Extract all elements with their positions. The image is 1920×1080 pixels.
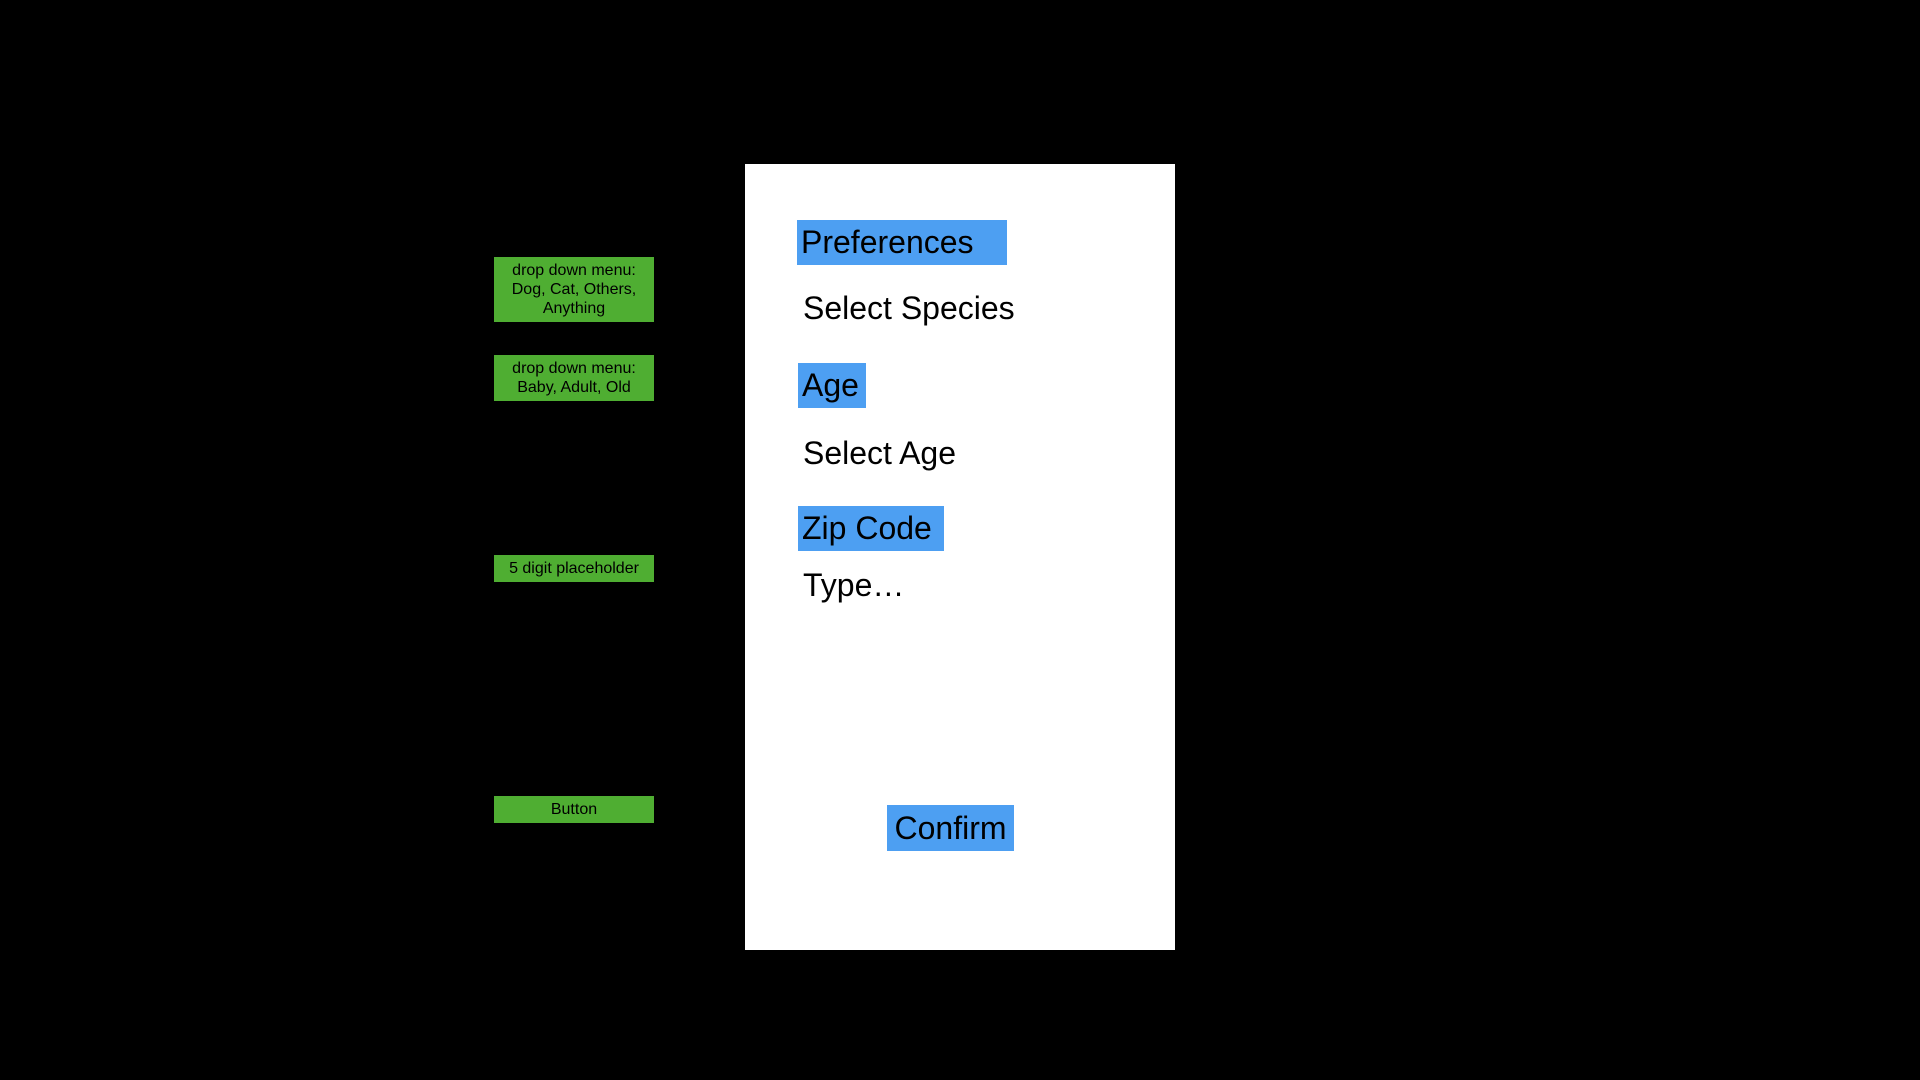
button-annotation-text: Button — [550, 801, 598, 818]
preferences-heading: Preferences — [797, 220, 1007, 265]
species-annotation-note: drop down menu: Dog, Cat, Others, Anythi… — [494, 257, 654, 322]
preferences-screen: Preferences Select Species Age Select Ag… — [745, 164, 1175, 950]
age-annotation-text: drop down menu: Baby, Adult, Old — [512, 360, 636, 396]
species-dropdown[interactable]: Select Species — [803, 288, 1015, 328]
wireframe-canvas: drop down menu: Dog, Cat, Others, Anythi… — [0, 0, 1920, 1080]
zip-code-heading: Zip Code — [798, 506, 944, 551]
zip-code-input[interactable] — [803, 565, 1103, 605]
confirm-button[interactable]: Confirm — [887, 805, 1014, 851]
zip-annotation-note: 5 digit placeholder — [494, 555, 654, 582]
age-dropdown[interactable]: Select Age — [803, 433, 956, 473]
age-heading: Age — [798, 363, 866, 408]
zip-annotation-text: 5 digit placeholder — [509, 560, 639, 577]
age-annotation-note: drop down menu: Baby, Adult, Old — [494, 355, 654, 401]
button-annotation-note: Button — [494, 796, 654, 823]
species-annotation-text: drop down menu: Dog, Cat, Others, Anythi… — [511, 262, 637, 317]
